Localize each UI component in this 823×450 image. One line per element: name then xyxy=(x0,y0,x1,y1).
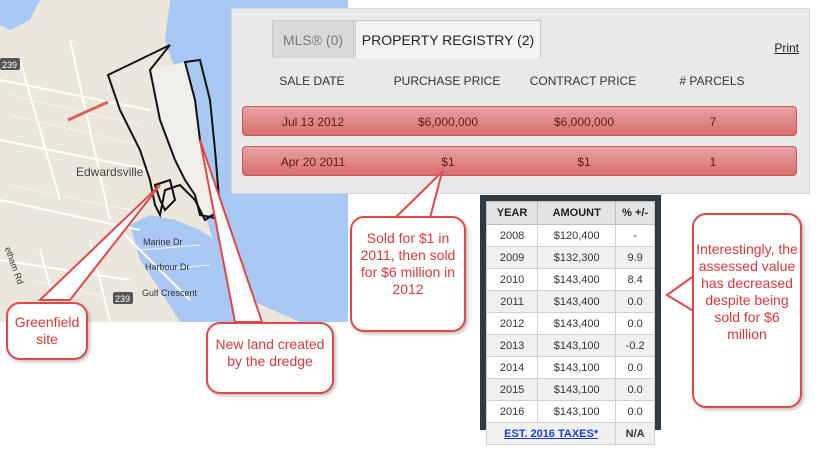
contract-price: $6,000,000 xyxy=(553,115,615,129)
header-amount: AMOUNT xyxy=(537,201,617,225)
col-header-purchase-price: PURCHASE PRICE xyxy=(393,74,501,88)
print-link[interactable]: Print xyxy=(774,41,799,55)
amount-cell: $132,300 xyxy=(537,246,617,269)
change-cell: 9.9 xyxy=(615,246,655,269)
contract-price: $1 xyxy=(577,155,591,169)
sale-date: Jul 13 2012 xyxy=(281,115,345,129)
year-cell: 2013 xyxy=(485,334,539,357)
assessment-table-box: YEAR AMOUNT % +/- 2008 $120,400- 2009 $132… xyxy=(480,195,661,445)
taxes-value: N/A xyxy=(615,422,655,445)
tab-mls[interactable]: MLS® (0) xyxy=(272,20,354,58)
registry-row[interactable]: Apr 20 2011 $1 $1 1 xyxy=(242,146,797,176)
parcel-count: 1 xyxy=(709,155,717,169)
taxes-cell: EST. 2016 TAXES* xyxy=(485,422,617,445)
purchase-price: $6,000,000 xyxy=(417,115,479,129)
col-header-contract-price: CONTRACT PRICE xyxy=(529,74,637,88)
change-cell: 0.0 xyxy=(615,290,655,313)
est-taxes-link[interactable]: EST. 2016 TAXES* xyxy=(504,428,598,440)
table-row: 2016 $143,100 0.0 xyxy=(485,400,655,423)
street-label-marine: Marine Dr xyxy=(143,237,183,247)
change-cell: 0.0 xyxy=(615,356,655,379)
change-cell: 0.0 xyxy=(615,378,655,401)
amount-cell: $143,100 xyxy=(537,378,617,401)
amount-cell: $143,100 xyxy=(537,356,617,379)
amount-cell: $143,400 xyxy=(537,268,617,291)
route-239-label-top: 239 xyxy=(2,60,17,70)
place-label-edwardsville: Edwardsville xyxy=(76,165,144,179)
property-registry-panel: MLS® (0) PROPERTY REGISTRY (2) Print SAL… xyxy=(231,8,810,194)
year-cell: 2014 xyxy=(485,356,539,379)
change-cell: 8.4 xyxy=(615,268,655,291)
table-row: 2014 $143,100 0.0 xyxy=(485,356,655,379)
interesting-pointer xyxy=(665,273,696,314)
amount-cell: $143,100 xyxy=(537,400,617,423)
table-row: 2010 $143,400 8.4 xyxy=(485,268,655,291)
year-cell: 2010 xyxy=(485,268,539,291)
amount-cell: $143,100 xyxy=(537,334,617,357)
tab-property-registry[interactable]: PROPERTY REGISTRY (2) xyxy=(355,20,541,58)
table-row: 2008 $120,400- xyxy=(485,224,655,247)
table-row: 2011 $143,400 0.0 xyxy=(485,290,655,313)
callout-greenfield: Greenfield site xyxy=(6,302,88,360)
street-label-gulf: Gulf Crescent xyxy=(142,288,198,298)
year-cell: 2016 xyxy=(485,400,539,423)
route-239-label-bottom: 239 xyxy=(115,294,130,304)
table-row: 2009 $132,300 9.9 xyxy=(485,246,655,269)
street-label-harbour: Harbour Dr xyxy=(145,262,190,272)
year-cell: 2012 xyxy=(485,312,539,335)
assessment-table: YEAR AMOUNT % +/- 2008 $120,400- 2009 $132… xyxy=(485,201,655,445)
amount-cell: $143,400 xyxy=(537,312,617,335)
change-cell: - xyxy=(615,224,655,247)
table-row: 2015 $143,100 0.0 xyxy=(485,378,655,401)
col-header-parcels: # PARCELS xyxy=(679,74,745,88)
amount-cell: $120,400 xyxy=(537,224,617,247)
header-change: % +/- xyxy=(615,201,655,225)
year-cell: 2008 xyxy=(485,224,539,247)
change-cell: -0.2 xyxy=(615,334,655,357)
sale-date: Apr 20 2011 xyxy=(280,155,346,169)
change-cell: 0.0 xyxy=(615,400,655,423)
year-cell: 2011 xyxy=(485,290,539,313)
callout-interesting: Interestingly, the assessed value has de… xyxy=(692,213,802,408)
amount-cell: $143,400 xyxy=(537,290,617,313)
registry-row[interactable]: Jul 13 2012 $6,000,000 $6,000,000 7 xyxy=(242,106,797,136)
parcel-count: 7 xyxy=(709,115,717,129)
header-year: YEAR xyxy=(485,201,539,225)
purchase-price: $1 xyxy=(441,155,455,169)
change-cell: 0.0 xyxy=(615,312,655,335)
table-row: 2013 $143,100 -0.2 xyxy=(485,334,655,357)
col-header-sale-date: SALE DATE xyxy=(279,74,345,88)
taxes-row: EST. 2016 TAXES* N/A xyxy=(485,422,655,445)
table-row: 2012 $143,400 0.0 xyxy=(485,312,655,335)
callout-new-land: New land created by the dredge xyxy=(206,322,334,394)
year-cell: 2009 xyxy=(485,246,539,269)
year-cell: 2015 xyxy=(485,378,539,401)
callout-sold: Sold for $1 in 2011, then sold for $6 mi… xyxy=(350,216,466,332)
